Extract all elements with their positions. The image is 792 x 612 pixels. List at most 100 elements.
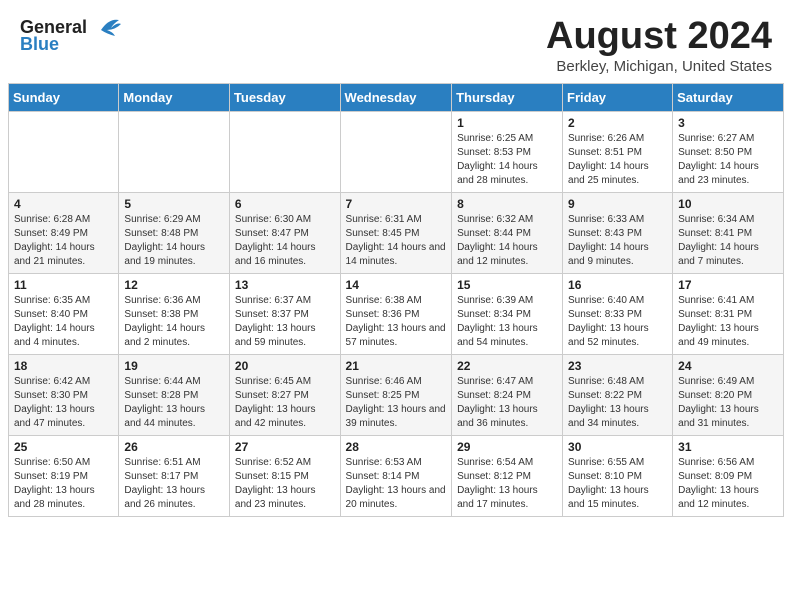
calendar-cell: 8Sunrise: 6:32 AM Sunset: 8:44 PM Daylig… — [452, 192, 563, 273]
day-number: 24 — [678, 359, 778, 373]
day-info: Sunrise: 6:33 AM Sunset: 8:43 PM Dayligh… — [568, 213, 667, 269]
weekday-header-friday: Friday — [563, 83, 673, 111]
day-number: 5 — [124, 197, 224, 211]
day-number: 6 — [235, 197, 335, 211]
calendar-cell — [9, 111, 119, 192]
calendar-cell: 26 Sunrise: 6:51 AM Sunset: 8:17 PM Dayli… — [119, 435, 230, 516]
day-number: 18 — [14, 359, 113, 373]
calendar-cell: 28Sunrise: 6:53 AM Sunset: 8:14 PM Dayli… — [340, 435, 452, 516]
weekday-header-saturday: Saturday — [673, 83, 784, 111]
day-number: 26 — [124, 440, 224, 454]
day-number: 31 — [678, 440, 778, 454]
calendar-cell: 31 Sunrise: 6:56 AM Sunset: 8:09 PM Dayli… — [673, 435, 784, 516]
day-info: Sunrise: 6:54 AM Sunset: 8:12 PM Dayligh… — [457, 456, 557, 512]
calendar-cell: 11 Sunrise: 6:35 AM Sunset: 8:40 PM Dayli… — [9, 273, 119, 354]
calendar-week-row: 11 Sunrise: 6:35 AM Sunset: 8:40 PM Dayli… — [9, 273, 784, 354]
day-info: Sunrise: 6:32 AM Sunset: 8:44 PM Dayligh… — [457, 213, 557, 269]
day-number: 16 — [568, 278, 667, 292]
calendar-subtitle: Berkley, Michigan, United States — [546, 58, 772, 75]
calendar-cell: 2 Sunrise: 6:26 AM Sunset: 8:51 PM Daylig… — [563, 111, 673, 192]
day-number: 11 — [14, 278, 113, 292]
day-info: Sunrise: 6:55 AM Sunset: 8:10 PM Dayligh… — [568, 456, 667, 512]
calendar-cell: 4Sunrise: 6:28 AM Sunset: 8:49 PM Daylig… — [9, 192, 119, 273]
calendar-week-row: 1Sunrise: 6:25 AM Sunset: 8:53 PM Daylig… — [9, 111, 784, 192]
day-info: Sunrise: 6:53 AM Sunset: 8:14 PM Dayligh… — [346, 456, 447, 512]
day-info: Sunrise: 6:47 AM Sunset: 8:24 PM Dayligh… — [457, 375, 557, 431]
day-number: 29 — [457, 440, 557, 454]
weekday-header-row: SundayMondayTuesdayWednesdayThursdayFrid… — [9, 83, 784, 111]
day-info: Sunrise: 6:48 AM Sunset: 8:22 PM Dayligh… — [568, 375, 667, 431]
day-info: Sunrise: 6:26 AM Sunset: 8:51 PM Dayligh… — [568, 132, 667, 188]
calendar-cell: 19 Sunrise: 6:44 AM Sunset: 8:28 PM Dayli… — [119, 354, 230, 435]
day-number: 19 — [124, 359, 224, 373]
calendar-cell — [340, 111, 452, 192]
calendar-header: SundayMondayTuesdayWednesdayThursdayFrid… — [9, 83, 784, 111]
day-number: 20 — [235, 359, 335, 373]
day-number: 23 — [568, 359, 667, 373]
calendar-cell — [119, 111, 230, 192]
day-number: 15 — [457, 278, 557, 292]
day-number: 25 — [14, 440, 113, 454]
calendar-body: 1Sunrise: 6:25 AM Sunset: 8:53 PM Daylig… — [9, 111, 784, 516]
calendar-cell: 7 Sunrise: 6:31 AM Sunset: 8:45 PM Daylig… — [340, 192, 452, 273]
calendar-cell: 3 Sunrise: 6:27 AM Sunset: 8:50 PM Daylig… — [673, 111, 784, 192]
calendar-week-row: 4Sunrise: 6:28 AM Sunset: 8:49 PM Daylig… — [9, 192, 784, 273]
day-info: Sunrise: 6:41 AM Sunset: 8:31 PM Dayligh… — [678, 294, 778, 350]
day-number: 3 — [678, 116, 778, 130]
day-number: 7 — [346, 197, 447, 211]
calendar-week-row: 18 Sunrise: 6:42 AM Sunset: 8:30 PM Dayli… — [9, 354, 784, 435]
day-info: Sunrise: 6:56 AM Sunset: 8:09 PM Dayligh… — [678, 456, 778, 512]
page-header: General Blue August 2024 Berkley, Michig… — [0, 0, 792, 83]
calendar-cell: 14Sunrise: 6:38 AM Sunset: 8:36 PM Dayli… — [340, 273, 452, 354]
day-number: 30 — [568, 440, 667, 454]
calendar-cell: 30 Sunrise: 6:55 AM Sunset: 8:10 PM Dayli… — [563, 435, 673, 516]
day-number: 9 — [568, 197, 667, 211]
day-info: Sunrise: 6:52 AM Sunset: 8:15 PM Dayligh… — [235, 456, 335, 512]
day-info: Sunrise: 6:44 AM Sunset: 8:28 PM Dayligh… — [124, 375, 224, 431]
day-info: Sunrise: 6:46 AM Sunset: 8:25 PM Dayligh… — [346, 375, 447, 431]
calendar-cell: 15 Sunrise: 6:39 AM Sunset: 8:34 PM Dayli… — [452, 273, 563, 354]
day-number: 14 — [346, 278, 447, 292]
calendar-week-row: 25 Sunrise: 6:50 AM Sunset: 8:19 PM Dayli… — [9, 435, 784, 516]
day-info: Sunrise: 6:45 AM Sunset: 8:27 PM Dayligh… — [235, 375, 335, 431]
calendar-cell — [229, 111, 340, 192]
calendar-title: August 2024 — [546, 16, 772, 58]
day-info: Sunrise: 6:42 AM Sunset: 8:30 PM Dayligh… — [14, 375, 113, 431]
day-info: Sunrise: 6:27 AM Sunset: 8:50 PM Dayligh… — [678, 132, 778, 188]
day-number: 22 — [457, 359, 557, 373]
calendar-title-block: August 2024 Berkley, Michigan, United St… — [546, 16, 772, 75]
day-number: 27 — [235, 440, 335, 454]
day-number: 17 — [678, 278, 778, 292]
day-number: 4 — [14, 197, 113, 211]
day-info: Sunrise: 6:51 AM Sunset: 8:17 PM Dayligh… — [124, 456, 224, 512]
calendar-cell: 16Sunrise: 6:40 AM Sunset: 8:33 PM Dayli… — [563, 273, 673, 354]
calendar-cell: 1Sunrise: 6:25 AM Sunset: 8:53 PM Daylig… — [452, 111, 563, 192]
calendar-cell: 20 Sunrise: 6:45 AM Sunset: 8:27 PM Dayli… — [229, 354, 340, 435]
calendar-cell: 13Sunrise: 6:37 AM Sunset: 8:37 PM Dayli… — [229, 273, 340, 354]
weekday-header-thursday: Thursday — [452, 83, 563, 111]
calendar-cell: 9 Sunrise: 6:33 AM Sunset: 8:43 PM Daylig… — [563, 192, 673, 273]
calendar-cell: 29 Sunrise: 6:54 AM Sunset: 8:12 PM Dayli… — [452, 435, 563, 516]
weekday-header-tuesday: Tuesday — [229, 83, 340, 111]
day-number: 10 — [678, 197, 778, 211]
calendar-cell: 27 Sunrise: 6:52 AM Sunset: 8:15 PM Dayli… — [229, 435, 340, 516]
day-info: Sunrise: 6:49 AM Sunset: 8:20 PM Dayligh… — [678, 375, 778, 431]
calendar-cell: 5 Sunrise: 6:29 AM Sunset: 8:48 PM Daylig… — [119, 192, 230, 273]
weekday-header-monday: Monday — [119, 83, 230, 111]
day-info: Sunrise: 6:39 AM Sunset: 8:34 PM Dayligh… — [457, 294, 557, 350]
logo-blue-text: Blue — [20, 34, 59, 55]
calendar-cell: 17 Sunrise: 6:41 AM Sunset: 8:31 PM Dayli… — [673, 273, 784, 354]
calendar-cell: 21Sunrise: 6:46 AM Sunset: 8:25 PM Dayli… — [340, 354, 452, 435]
calendar-cell: 22 Sunrise: 6:47 AM Sunset: 8:24 PM Dayli… — [452, 354, 563, 435]
day-info: Sunrise: 6:35 AM Sunset: 8:40 PM Dayligh… — [14, 294, 113, 350]
calendar-cell: 12Sunrise: 6:36 AM Sunset: 8:38 PM Dayli… — [119, 273, 230, 354]
day-info: Sunrise: 6:31 AM Sunset: 8:45 PM Dayligh… — [346, 213, 447, 269]
day-info: Sunrise: 6:30 AM Sunset: 8:47 PM Dayligh… — [235, 213, 335, 269]
day-number: 13 — [235, 278, 335, 292]
calendar-cell: 10Sunrise: 6:34 AM Sunset: 8:41 PM Dayli… — [673, 192, 784, 273]
day-info: Sunrise: 6:50 AM Sunset: 8:19 PM Dayligh… — [14, 456, 113, 512]
day-number: 2 — [568, 116, 667, 130]
weekday-header-sunday: Sunday — [9, 83, 119, 111]
logo-bird-icon — [91, 16, 121, 38]
day-info: Sunrise: 6:29 AM Sunset: 8:48 PM Dayligh… — [124, 213, 224, 269]
